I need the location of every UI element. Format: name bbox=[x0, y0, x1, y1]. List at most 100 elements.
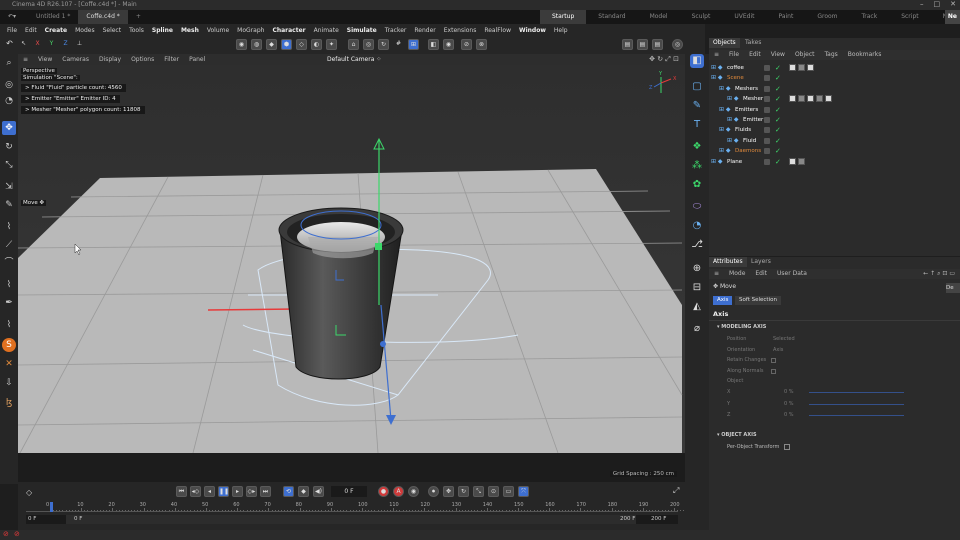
texture-mode-icon[interactable]: ◍ bbox=[251, 39, 262, 50]
cube-icon[interactable]: ▢ bbox=[690, 80, 704, 94]
points-mode-icon[interactable]: ◆ bbox=[266, 39, 277, 50]
pen-spline-icon[interactable]: ✎ bbox=[690, 99, 704, 113]
attr-dropdown[interactable]: Selected bbox=[773, 336, 795, 342]
viewport-menu-item[interactable]: Filter bbox=[159, 56, 184, 63]
pen-icon[interactable]: ✒ bbox=[2, 296, 16, 310]
viewport-menu-item[interactable]: Cameras bbox=[57, 56, 94, 63]
preview-end-field[interactable]: 200 F bbox=[620, 515, 635, 524]
camera-object-icon[interactable]: ◧ bbox=[690, 54, 704, 68]
subtab-soft-selection[interactable]: Soft Selection bbox=[735, 296, 781, 305]
enabled-check-icon[interactable]: ✓ bbox=[775, 94, 781, 104]
attr-percent-field[interactable]: 0 % bbox=[784, 412, 794, 418]
enabled-check-icon[interactable]: ✓ bbox=[775, 125, 781, 135]
soft-select-icon[interactable]: ◎ bbox=[363, 39, 374, 50]
live-selection-icon[interactable]: ↖ bbox=[18, 39, 29, 50]
end-frame-field[interactable]: 200 F bbox=[651, 515, 666, 524]
light-icon[interactable]: ⎇ bbox=[690, 238, 704, 252]
scene-icon[interactable]: ⊞ ◆ bbox=[711, 73, 723, 83]
key-icon[interactable]: ◉ bbox=[408, 486, 419, 497]
object-row[interactable]: ⊞ ◆ Fluids ✓ bbox=[709, 125, 960, 136]
knife-icon[interactable]: ⟋ bbox=[2, 238, 16, 252]
object-row[interactable]: ⊞ ◆ Mesher ✓ bbox=[709, 94, 960, 105]
workplane-icon[interactable]: ⊞ bbox=[408, 39, 419, 50]
menu-item[interactable]: Volume bbox=[203, 27, 233, 34]
3d-viewport[interactable]: Y X Z Perspective Simulation "Scene": > … bbox=[18, 65, 685, 482]
grid-icon[interactable]: # bbox=[393, 39, 404, 50]
om-menu-item[interactable]: File bbox=[724, 50, 744, 60]
weld-icon[interactable]: ⌇ bbox=[2, 318, 16, 332]
plugin-icon[interactable]: ɮ bbox=[2, 396, 16, 410]
object-name[interactable]: Plane bbox=[727, 157, 742, 167]
scale-key-icon[interactable]: ⤡ bbox=[473, 486, 484, 497]
object-row[interactable]: ⊞ ◆ Emitter ✓ bbox=[709, 115, 960, 126]
object-row[interactable]: ⊞ ◆ Emitters ✓ bbox=[709, 105, 960, 116]
enabled-check-icon[interactable]: ✓ bbox=[775, 63, 781, 73]
attr-dropdown[interactable]: Axis bbox=[773, 347, 783, 353]
pla-key-icon[interactable]: ▭ bbox=[503, 486, 514, 497]
visibility-dots[interactable] bbox=[764, 65, 770, 71]
render-icon[interactable]: ⊟ bbox=[690, 281, 704, 295]
goto-end-icon[interactable]: ⏭ bbox=[260, 486, 271, 497]
polygons-mode-icon[interactable]: ⬢ bbox=[281, 39, 292, 50]
attr-checkbox[interactable] bbox=[771, 358, 776, 363]
next-frame-icon[interactable]: ▸ bbox=[232, 486, 243, 497]
lock-icon[interactable]: ⊘ bbox=[461, 39, 472, 50]
visibility-dots[interactable] bbox=[764, 106, 770, 113]
menu-item[interactable]: RealFlow bbox=[480, 27, 515, 34]
attr-menu-item[interactable]: Mode bbox=[724, 269, 750, 279]
scene-icon[interactable]: ⊕ bbox=[690, 262, 704, 276]
undo-icon[interactable]: ↶ bbox=[4, 39, 15, 50]
layout-tab[interactable]: Script bbox=[889, 10, 930, 24]
om-menu-icon[interactable]: ≡ bbox=[709, 50, 724, 60]
keyframe-selection-icon[interactable]: ⏺ bbox=[428, 486, 439, 497]
cloner-icon[interactable]: ⁂ bbox=[690, 159, 704, 173]
tab-attributes[interactable]: Attributes bbox=[709, 257, 747, 267]
layout-overflow-button[interactable]: Ne bbox=[944, 10, 960, 24]
select-tool-icon[interactable]: ◎ bbox=[2, 78, 16, 92]
timeline-ruler[interactable]: 0 10 20 30 40 50 60 70 80 90 100 110 120 130 140 150 160… bbox=[26, 502, 704, 512]
solo-icon[interactable]: ◉ bbox=[443, 39, 454, 50]
object-row[interactable]: ⊞ ◆ coffee ✓ bbox=[709, 63, 960, 74]
menu-item[interactable]: Mesh bbox=[177, 27, 203, 34]
coord-system-icon[interactable]: ⊥ bbox=[74, 39, 85, 50]
viewport-menu-item[interactable]: Panel bbox=[184, 56, 210, 63]
om-menu-item[interactable]: View bbox=[766, 50, 790, 60]
om-menu-item[interactable]: Bookmarks bbox=[843, 50, 887, 60]
object-row[interactable]: ⊞ ◆ Daemons ✓ bbox=[709, 146, 960, 157]
field-icon[interactable]: ⬭ bbox=[690, 200, 704, 214]
render-view-icon[interactable]: ▤ bbox=[622, 39, 633, 50]
enabled-check-icon[interactable]: ✓ bbox=[775, 136, 781, 146]
tag-icon[interactable] bbox=[789, 95, 796, 103]
om-menu-item[interactable]: Edit bbox=[744, 50, 766, 60]
mesher-icon[interactable]: ⊞ ◆ bbox=[727, 94, 739, 104]
lasso-icon[interactable]: ◔ bbox=[2, 94, 16, 108]
s-plugin-icon[interactable]: S bbox=[2, 338, 16, 352]
tab-objects[interactable]: Objects bbox=[709, 38, 740, 48]
object-name[interactable]: Fluids bbox=[735, 125, 751, 135]
emitter-icon[interactable]: ⊞ ◆ bbox=[727, 115, 739, 125]
scale-tool-icon[interactable]: ⤡ bbox=[2, 158, 16, 172]
tab-takes[interactable]: Takes bbox=[741, 38, 765, 48]
tag-icon[interactable] bbox=[816, 95, 823, 103]
tab-layers[interactable]: Layers bbox=[747, 257, 775, 267]
attr-menu-item[interactable]: Edit bbox=[750, 269, 772, 279]
enabled-check-icon[interactable]: ✓ bbox=[775, 73, 781, 83]
y-lock-button[interactable]: Y bbox=[46, 39, 57, 50]
menu-item[interactable]: Simulate bbox=[343, 27, 381, 34]
axis-mode-icon[interactable]: ✦ bbox=[326, 39, 337, 50]
cloud-icon[interactable]: ◎ bbox=[672, 39, 683, 50]
visibility-dots[interactable] bbox=[764, 148, 770, 155]
sculpt-icon[interactable]: ⌀ bbox=[690, 322, 704, 336]
viewport-menu-item[interactable]: View bbox=[33, 56, 57, 63]
model-mode-icon[interactable]: ◉ bbox=[236, 39, 247, 50]
x-lock-button[interactable]: X bbox=[32, 39, 43, 50]
frame-range-bar[interactable]: 0 F 0 F 200 F 200 F bbox=[26, 515, 678, 524]
object-name[interactable]: coffee bbox=[727, 63, 744, 73]
enabled-check-icon[interactable]: ✓ bbox=[775, 105, 781, 115]
object-name[interactable]: Emitter bbox=[743, 115, 763, 125]
transform-tool-icon[interactable]: ⇲ bbox=[2, 180, 16, 194]
attr-menu-icon[interactable]: ≡ bbox=[709, 269, 724, 279]
loop-icon[interactable]: ⟲ bbox=[283, 486, 294, 497]
tag-icon[interactable] bbox=[807, 95, 814, 103]
defaults-button[interactable]: De bbox=[946, 283, 960, 293]
